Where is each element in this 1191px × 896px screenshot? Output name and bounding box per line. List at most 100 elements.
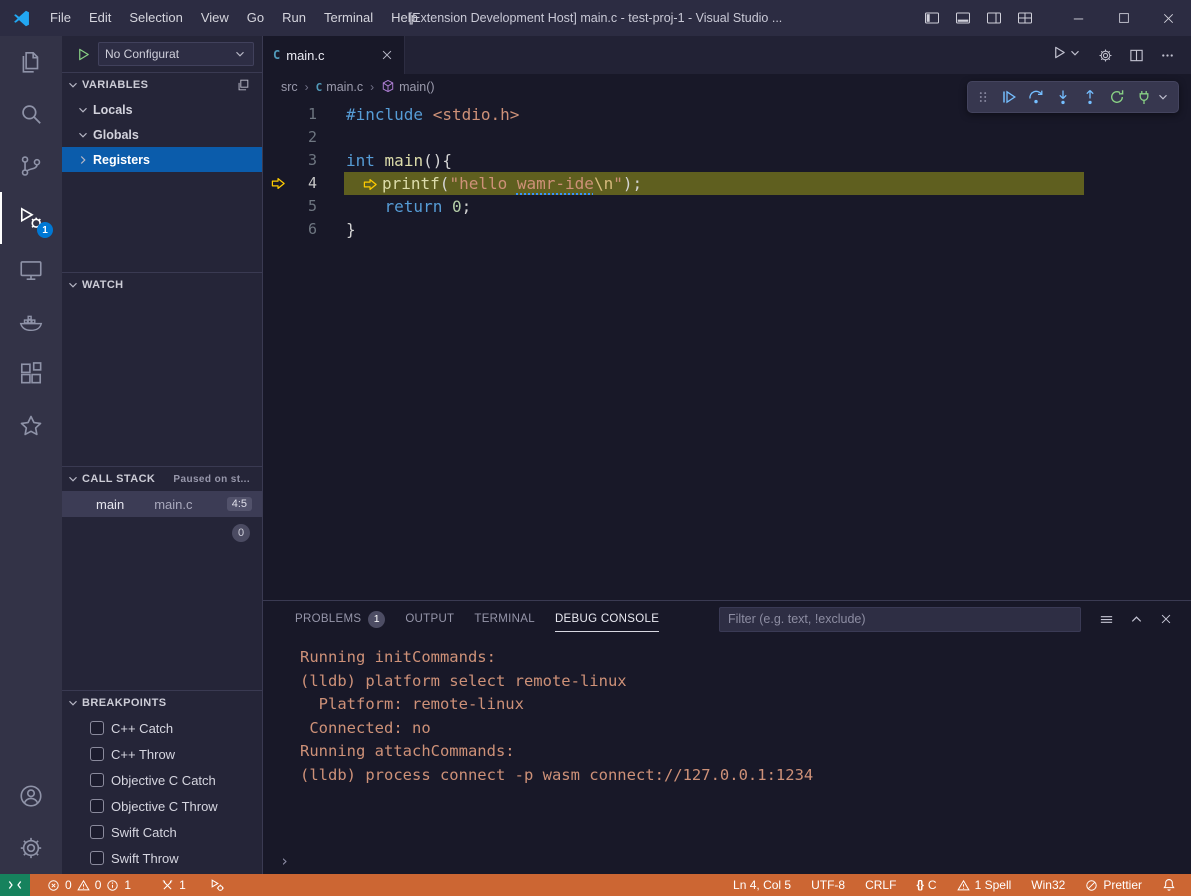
status-encoding[interactable]: UTF-8	[804, 874, 852, 896]
status-notifications[interactable]	[1155, 874, 1183, 896]
run-file-button[interactable]	[1052, 45, 1082, 65]
warning-icon	[77, 879, 90, 892]
activity-extensions[interactable]	[0, 348, 62, 400]
line-number[interactable]: 2	[293, 126, 317, 149]
variables-item-label: Globals	[93, 128, 139, 142]
debug-continue-button[interactable]	[1001, 89, 1017, 105]
menu-edit[interactable]: Edit	[80, 0, 120, 36]
start-debugging-icon[interactable]	[76, 47, 91, 62]
status-count: 1	[124, 878, 131, 892]
activity-explorer[interactable]	[0, 36, 62, 88]
status-prettier[interactable]: Prettier	[1078, 874, 1149, 896]
minimize-button[interactable]	[1056, 0, 1101, 36]
maximize-panel-icon[interactable]	[1129, 612, 1144, 627]
status-problems[interactable]: 001	[40, 874, 138, 896]
close-button[interactable]	[1146, 0, 1191, 36]
watch-header[interactable]: WATCH	[62, 273, 262, 297]
debug-restart-button[interactable]	[1109, 89, 1125, 105]
breadcrumb-item[interactable]: Cmain.c	[316, 80, 363, 94]
activity-docker[interactable]	[0, 296, 62, 348]
status-debug[interactable]	[203, 874, 231, 896]
breakpoint-checkbox[interactable]	[90, 851, 104, 865]
variables-header[interactable]: VARIABLES	[62, 73, 262, 97]
activity-settings[interactable]	[0, 822, 62, 874]
variables-item-globals[interactable]: Globals	[62, 122, 262, 147]
breakpoint-checkbox[interactable]	[90, 747, 104, 761]
current-line-arrow-icon[interactable]	[263, 172, 293, 195]
menu-run[interactable]: Run	[273, 0, 315, 36]
more-actions-icon[interactable]	[1160, 48, 1175, 63]
status-bar: 0011Ln 4, Col 5UTF-8CRLF{ }C1 SpellWin32…	[0, 874, 1191, 896]
menu-terminal[interactable]: Terminal	[315, 0, 382, 36]
debug-step-out-button[interactable]	[1082, 89, 1098, 105]
activity-search[interactable]	[0, 88, 62, 140]
status-cursor-position[interactable]: Ln 4, Col 5	[726, 874, 798, 896]
glyph-margin[interactable]	[263, 218, 293, 241]
status-platform[interactable]: Win32	[1024, 874, 1072, 896]
line-number[interactable]: 6	[293, 218, 317, 241]
breakpoint-checkbox[interactable]	[90, 799, 104, 813]
debug-toolbar-chevron-icon[interactable]	[1156, 90, 1170, 104]
status-tools[interactable]: 1	[154, 874, 193, 896]
activity-source-control[interactable]	[0, 140, 62, 192]
status-language-mode[interactable]: { }C	[909, 874, 943, 896]
activity-remote-explorer[interactable]	[0, 244, 62, 296]
toolbar-gripper-icon[interactable]	[976, 90, 990, 104]
activity-accounts[interactable]	[0, 770, 62, 822]
debug-step-over-button[interactable]	[1028, 89, 1044, 105]
glyph-margin[interactable]	[263, 103, 293, 126]
debug-step-into-button[interactable]	[1055, 89, 1071, 105]
settings-gear-icon[interactable]	[1098, 48, 1113, 63]
output-lines-icon[interactable]	[1099, 612, 1114, 627]
status-spell[interactable]: 1 Spell	[950, 874, 1019, 896]
customize-layout-icon[interactable]	[1009, 0, 1040, 36]
debug-disconnect-button[interactable]	[1136, 89, 1152, 105]
activity-wamr-ide[interactable]	[0, 400, 62, 452]
debug-console-input[interactable]: ›	[263, 848, 1191, 874]
remote-indicator[interactable]	[0, 874, 30, 896]
glyph-margin[interactable]	[263, 149, 293, 172]
menu-help[interactable]: Help	[382, 0, 427, 36]
line-number[interactable]: 1	[293, 103, 317, 126]
menu-file[interactable]: File	[41, 0, 80, 36]
call-stack-header[interactable]: CALL STACK Paused on st...	[62, 467, 262, 491]
tab-main-c[interactable]: C main.c	[263, 36, 405, 74]
breadcrumb-item[interactable]: src	[281, 80, 298, 94]
glyph-margin[interactable]	[263, 195, 293, 218]
split-editor-icon[interactable]	[1129, 48, 1144, 63]
debug-console-output[interactable]: Running initCommands:(lldb) platform sel…	[263, 637, 1191, 848]
open-view-icon[interactable]	[236, 78, 250, 92]
breakpoint-checkbox[interactable]	[90, 825, 104, 839]
menu-go[interactable]: Go	[238, 0, 273, 36]
line-number[interactable]: 5	[293, 195, 317, 218]
breadcrumb-item[interactable]: main()	[381, 79, 434, 96]
code-editor[interactable]: 1#include <stdio.h>23int main(){4printf(…	[263, 100, 1191, 600]
variables-item-registers[interactable]: Registers	[62, 147, 262, 172]
close-panel-icon[interactable]	[1159, 612, 1173, 626]
toggle-secondary-sidebar-icon[interactable]	[978, 0, 1009, 36]
panel-tab-debug-console[interactable]: DEBUG CONSOLE	[545, 601, 669, 637]
activity-run-and-debug[interactable]: 1	[0, 192, 62, 244]
glyph-margin[interactable]	[263, 126, 293, 149]
breakpoint-checkbox[interactable]	[90, 721, 104, 735]
panel-tab-problems[interactable]: PROBLEMS1	[285, 601, 395, 637]
menu-selection[interactable]: Selection	[120, 0, 191, 36]
call-stack-section: CALL STACK Paused on st... mainmain.c4:5…	[62, 466, 262, 690]
toggle-panel-icon[interactable]	[947, 0, 978, 36]
console-filter-input[interactable]	[719, 607, 1081, 632]
status-eol[interactable]: CRLF	[858, 874, 903, 896]
line-number[interactable]: 3	[293, 149, 317, 172]
panel-tab-output[interactable]: OUTPUT	[395, 601, 464, 637]
close-tab-icon[interactable]	[380, 48, 394, 62]
maximize-button[interactable]	[1101, 0, 1146, 36]
line-number[interactable]: 4	[293, 172, 317, 195]
panel-tab-terminal[interactable]: TERMINAL	[464, 601, 545, 637]
menu-view[interactable]: View	[192, 0, 238, 36]
variables-item-locals[interactable]: Locals	[62, 97, 262, 122]
breakpoint-checkbox[interactable]	[90, 773, 104, 787]
breakpoints-header[interactable]: BREAKPOINTS	[62, 691, 262, 715]
debug-config-dropdown[interactable]: No Configurat	[98, 42, 254, 66]
call-stack-frame[interactable]: mainmain.c4:5	[62, 491, 262, 517]
toggle-primary-sidebar-icon[interactable]	[916, 0, 947, 36]
titlebar: FileEditSelectionViewGoRunTerminalHelp […	[0, 0, 1191, 36]
